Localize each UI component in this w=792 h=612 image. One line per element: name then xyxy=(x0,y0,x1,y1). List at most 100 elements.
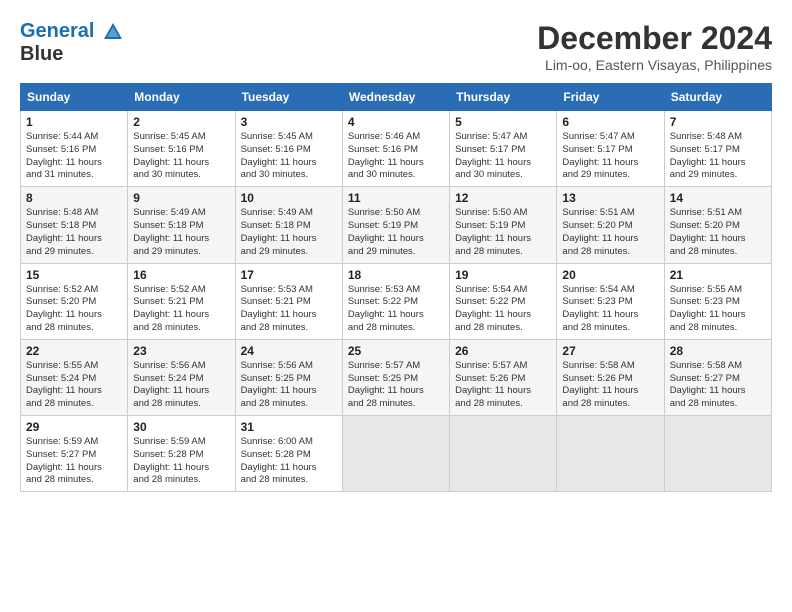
day-info: Sunrise: 5:57 AM Sunset: 5:26 PM Dayligh… xyxy=(455,360,551,411)
day-header-friday: Friday xyxy=(557,84,664,111)
day-info: Sunrise: 6:00 AM Sunset: 5:28 PM Dayligh… xyxy=(241,436,337,487)
day-info: Sunrise: 5:45 AM Sunset: 5:16 PM Dayligh… xyxy=(241,131,337,182)
day-info: Sunrise: 5:50 AM Sunset: 5:19 PM Dayligh… xyxy=(348,207,444,258)
day-number: 20 xyxy=(562,268,658,282)
day-number: 23 xyxy=(133,344,229,358)
day-info: Sunrise: 5:51 AM Sunset: 5:20 PM Dayligh… xyxy=(562,207,658,258)
day-number: 8 xyxy=(26,191,122,205)
calendar-week-row: 8 Sunrise: 5:48 AM Sunset: 5:18 PM Daylig… xyxy=(21,187,772,263)
calendar-day-17: 17 Sunrise: 5:53 AM Sunset: 5:21 PM Dayli… xyxy=(235,263,342,339)
calendar-day-empty xyxy=(664,416,771,492)
calendar-day-10: 10 Sunrise: 5:49 AM Sunset: 5:18 PM Dayli… xyxy=(235,187,342,263)
logo: General Blue xyxy=(20,20,124,66)
month-title: December 2024 xyxy=(537,20,772,57)
calendar-day-11: 11 Sunrise: 5:50 AM Sunset: 5:19 PM Dayli… xyxy=(342,187,449,263)
calendar-day-3: 3 Sunrise: 5:45 AM Sunset: 5:16 PM Daylig… xyxy=(235,111,342,187)
day-number: 10 xyxy=(241,191,337,205)
calendar-day-19: 19 Sunrise: 5:54 AM Sunset: 5:22 PM Dayli… xyxy=(450,263,557,339)
page-header: General Blue December 2024 Lim-oo, Easte… xyxy=(20,20,772,73)
day-info: Sunrise: 5:46 AM Sunset: 5:16 PM Dayligh… xyxy=(348,131,444,182)
day-number: 9 xyxy=(133,191,229,205)
calendar-day-1: 1 Sunrise: 5:44 AM Sunset: 5:16 PM Daylig… xyxy=(21,111,128,187)
calendar-week-row: 15Sunrise: 5:52 AM Sunset: 5:20 PM Dayli… xyxy=(21,263,772,339)
day-number: 11 xyxy=(348,191,444,205)
day-number: 27 xyxy=(562,344,658,358)
day-info: Sunrise: 5:56 AM Sunset: 5:24 PM Dayligh… xyxy=(133,360,229,411)
calendar-day-15: 15Sunrise: 5:52 AM Sunset: 5:20 PM Dayli… xyxy=(21,263,128,339)
day-number: 1 xyxy=(26,115,122,129)
day-info: Sunrise: 5:49 AM Sunset: 5:18 PM Dayligh… xyxy=(133,207,229,258)
day-header-sunday: Sunday xyxy=(21,84,128,111)
day-number: 29 xyxy=(26,420,122,434)
day-info: Sunrise: 5:54 AM Sunset: 5:23 PM Dayligh… xyxy=(562,284,658,335)
day-number: 28 xyxy=(670,344,766,358)
calendar-day-empty xyxy=(450,416,557,492)
day-info: Sunrise: 5:58 AM Sunset: 5:26 PM Dayligh… xyxy=(562,360,658,411)
day-number: 21 xyxy=(670,268,766,282)
day-info: Sunrise: 5:53 AM Sunset: 5:21 PM Dayligh… xyxy=(241,284,337,335)
title-area: December 2024 Lim-oo, Eastern Visayas, P… xyxy=(537,20,772,73)
day-number: 4 xyxy=(348,115,444,129)
day-number: 22 xyxy=(26,344,122,358)
day-number: 13 xyxy=(562,191,658,205)
calendar-week-row: 1 Sunrise: 5:44 AM Sunset: 5:16 PM Daylig… xyxy=(21,111,772,187)
calendar-day-24: 24Sunrise: 5:56 AM Sunset: 5:25 PM Dayli… xyxy=(235,339,342,415)
day-info: Sunrise: 5:53 AM Sunset: 5:22 PM Dayligh… xyxy=(348,284,444,335)
location: Lim-oo, Eastern Visayas, Philippines xyxy=(537,57,772,73)
day-info: Sunrise: 5:44 AM Sunset: 5:16 PM Dayligh… xyxy=(26,131,122,182)
calendar-day-23: 23 Sunrise: 5:56 AM Sunset: 5:24 PM Dayli… xyxy=(128,339,235,415)
day-number: 7 xyxy=(670,115,766,129)
day-info: Sunrise: 5:59 AM Sunset: 5:27 PM Dayligh… xyxy=(26,436,122,487)
day-header-thursday: Thursday xyxy=(450,84,557,111)
calendar-day-7: 7 Sunrise: 5:48 AM Sunset: 5:17 PM Daylig… xyxy=(664,111,771,187)
day-info: Sunrise: 5:48 AM Sunset: 5:18 PM Dayligh… xyxy=(26,207,122,258)
logo-blue: Blue xyxy=(20,43,124,66)
day-number: 14 xyxy=(670,191,766,205)
calendar-day-12: 12Sunrise: 5:50 AM Sunset: 5:19 PM Dayli… xyxy=(450,187,557,263)
day-info: Sunrise: 5:55 AM Sunset: 5:23 PM Dayligh… xyxy=(670,284,766,335)
calendar-day-21: 21 Sunrise: 5:55 AM Sunset: 5:23 PM Dayli… xyxy=(664,263,771,339)
day-info: Sunrise: 5:52 AM Sunset: 5:20 PM Dayligh… xyxy=(26,284,122,335)
calendar-day-5: 5 Sunrise: 5:47 AM Sunset: 5:17 PM Daylig… xyxy=(450,111,557,187)
day-info: Sunrise: 5:52 AM Sunset: 5:21 PM Dayligh… xyxy=(133,284,229,335)
day-info: Sunrise: 5:59 AM Sunset: 5:28 PM Dayligh… xyxy=(133,436,229,487)
day-info: Sunrise: 5:47 AM Sunset: 5:17 PM Dayligh… xyxy=(455,131,551,182)
day-info: Sunrise: 5:55 AM Sunset: 5:24 PM Dayligh… xyxy=(26,360,122,411)
day-number: 16 xyxy=(133,268,229,282)
calendar-day-9: 9 Sunrise: 5:49 AM Sunset: 5:18 PM Daylig… xyxy=(128,187,235,263)
day-number: 31 xyxy=(241,420,337,434)
logo-text: General xyxy=(20,20,124,43)
calendar-day-13: 13 Sunrise: 5:51 AM Sunset: 5:20 PM Dayli… xyxy=(557,187,664,263)
day-number: 17 xyxy=(241,268,337,282)
calendar-day-18: 18Sunrise: 5:53 AM Sunset: 5:22 PM Dayli… xyxy=(342,263,449,339)
day-number: 12 xyxy=(455,191,551,205)
calendar-day-28: 28Sunrise: 5:58 AM Sunset: 5:27 PM Dayli… xyxy=(664,339,771,415)
calendar-day-22: 22 Sunrise: 5:55 AM Sunset: 5:24 PM Dayli… xyxy=(21,339,128,415)
day-number: 25 xyxy=(348,344,444,358)
calendar-day-25: 25 Sunrise: 5:57 AM Sunset: 5:25 PM Dayli… xyxy=(342,339,449,415)
day-header-tuesday: Tuesday xyxy=(235,84,342,111)
day-number: 26 xyxy=(455,344,551,358)
day-info: Sunrise: 5:57 AM Sunset: 5:25 PM Dayligh… xyxy=(348,360,444,411)
day-number: 5 xyxy=(455,115,551,129)
day-info: Sunrise: 5:49 AM Sunset: 5:18 PM Dayligh… xyxy=(241,207,337,258)
calendar-day-8: 8 Sunrise: 5:48 AM Sunset: 5:18 PM Daylig… xyxy=(21,187,128,263)
day-info: Sunrise: 5:54 AM Sunset: 5:22 PM Dayligh… xyxy=(455,284,551,335)
calendar-day-31: 31 Sunrise: 6:00 AM Sunset: 5:28 PM Dayli… xyxy=(235,416,342,492)
calendar-day-14: 14 Sunrise: 5:51 AM Sunset: 5:20 PM Dayli… xyxy=(664,187,771,263)
day-info: Sunrise: 5:51 AM Sunset: 5:20 PM Dayligh… xyxy=(670,207,766,258)
day-number: 3 xyxy=(241,115,337,129)
logo-icon xyxy=(102,21,124,43)
calendar-day-empty xyxy=(557,416,664,492)
calendar-day-30: 30Sunrise: 5:59 AM Sunset: 5:28 PM Dayli… xyxy=(128,416,235,492)
day-info: Sunrise: 5:48 AM Sunset: 5:17 PM Dayligh… xyxy=(670,131,766,182)
day-header-monday: Monday xyxy=(128,84,235,111)
day-info: Sunrise: 5:45 AM Sunset: 5:16 PM Dayligh… xyxy=(133,131,229,182)
day-header-wednesday: Wednesday xyxy=(342,84,449,111)
calendar-table: SundayMondayTuesdayWednesdayThursdayFrid… xyxy=(20,83,772,492)
day-header-saturday: Saturday xyxy=(664,84,771,111)
day-number: 19 xyxy=(455,268,551,282)
calendar-week-row: 22 Sunrise: 5:55 AM Sunset: 5:24 PM Dayli… xyxy=(21,339,772,415)
day-number: 6 xyxy=(562,115,658,129)
day-info: Sunrise: 5:56 AM Sunset: 5:25 PM Dayligh… xyxy=(241,360,337,411)
